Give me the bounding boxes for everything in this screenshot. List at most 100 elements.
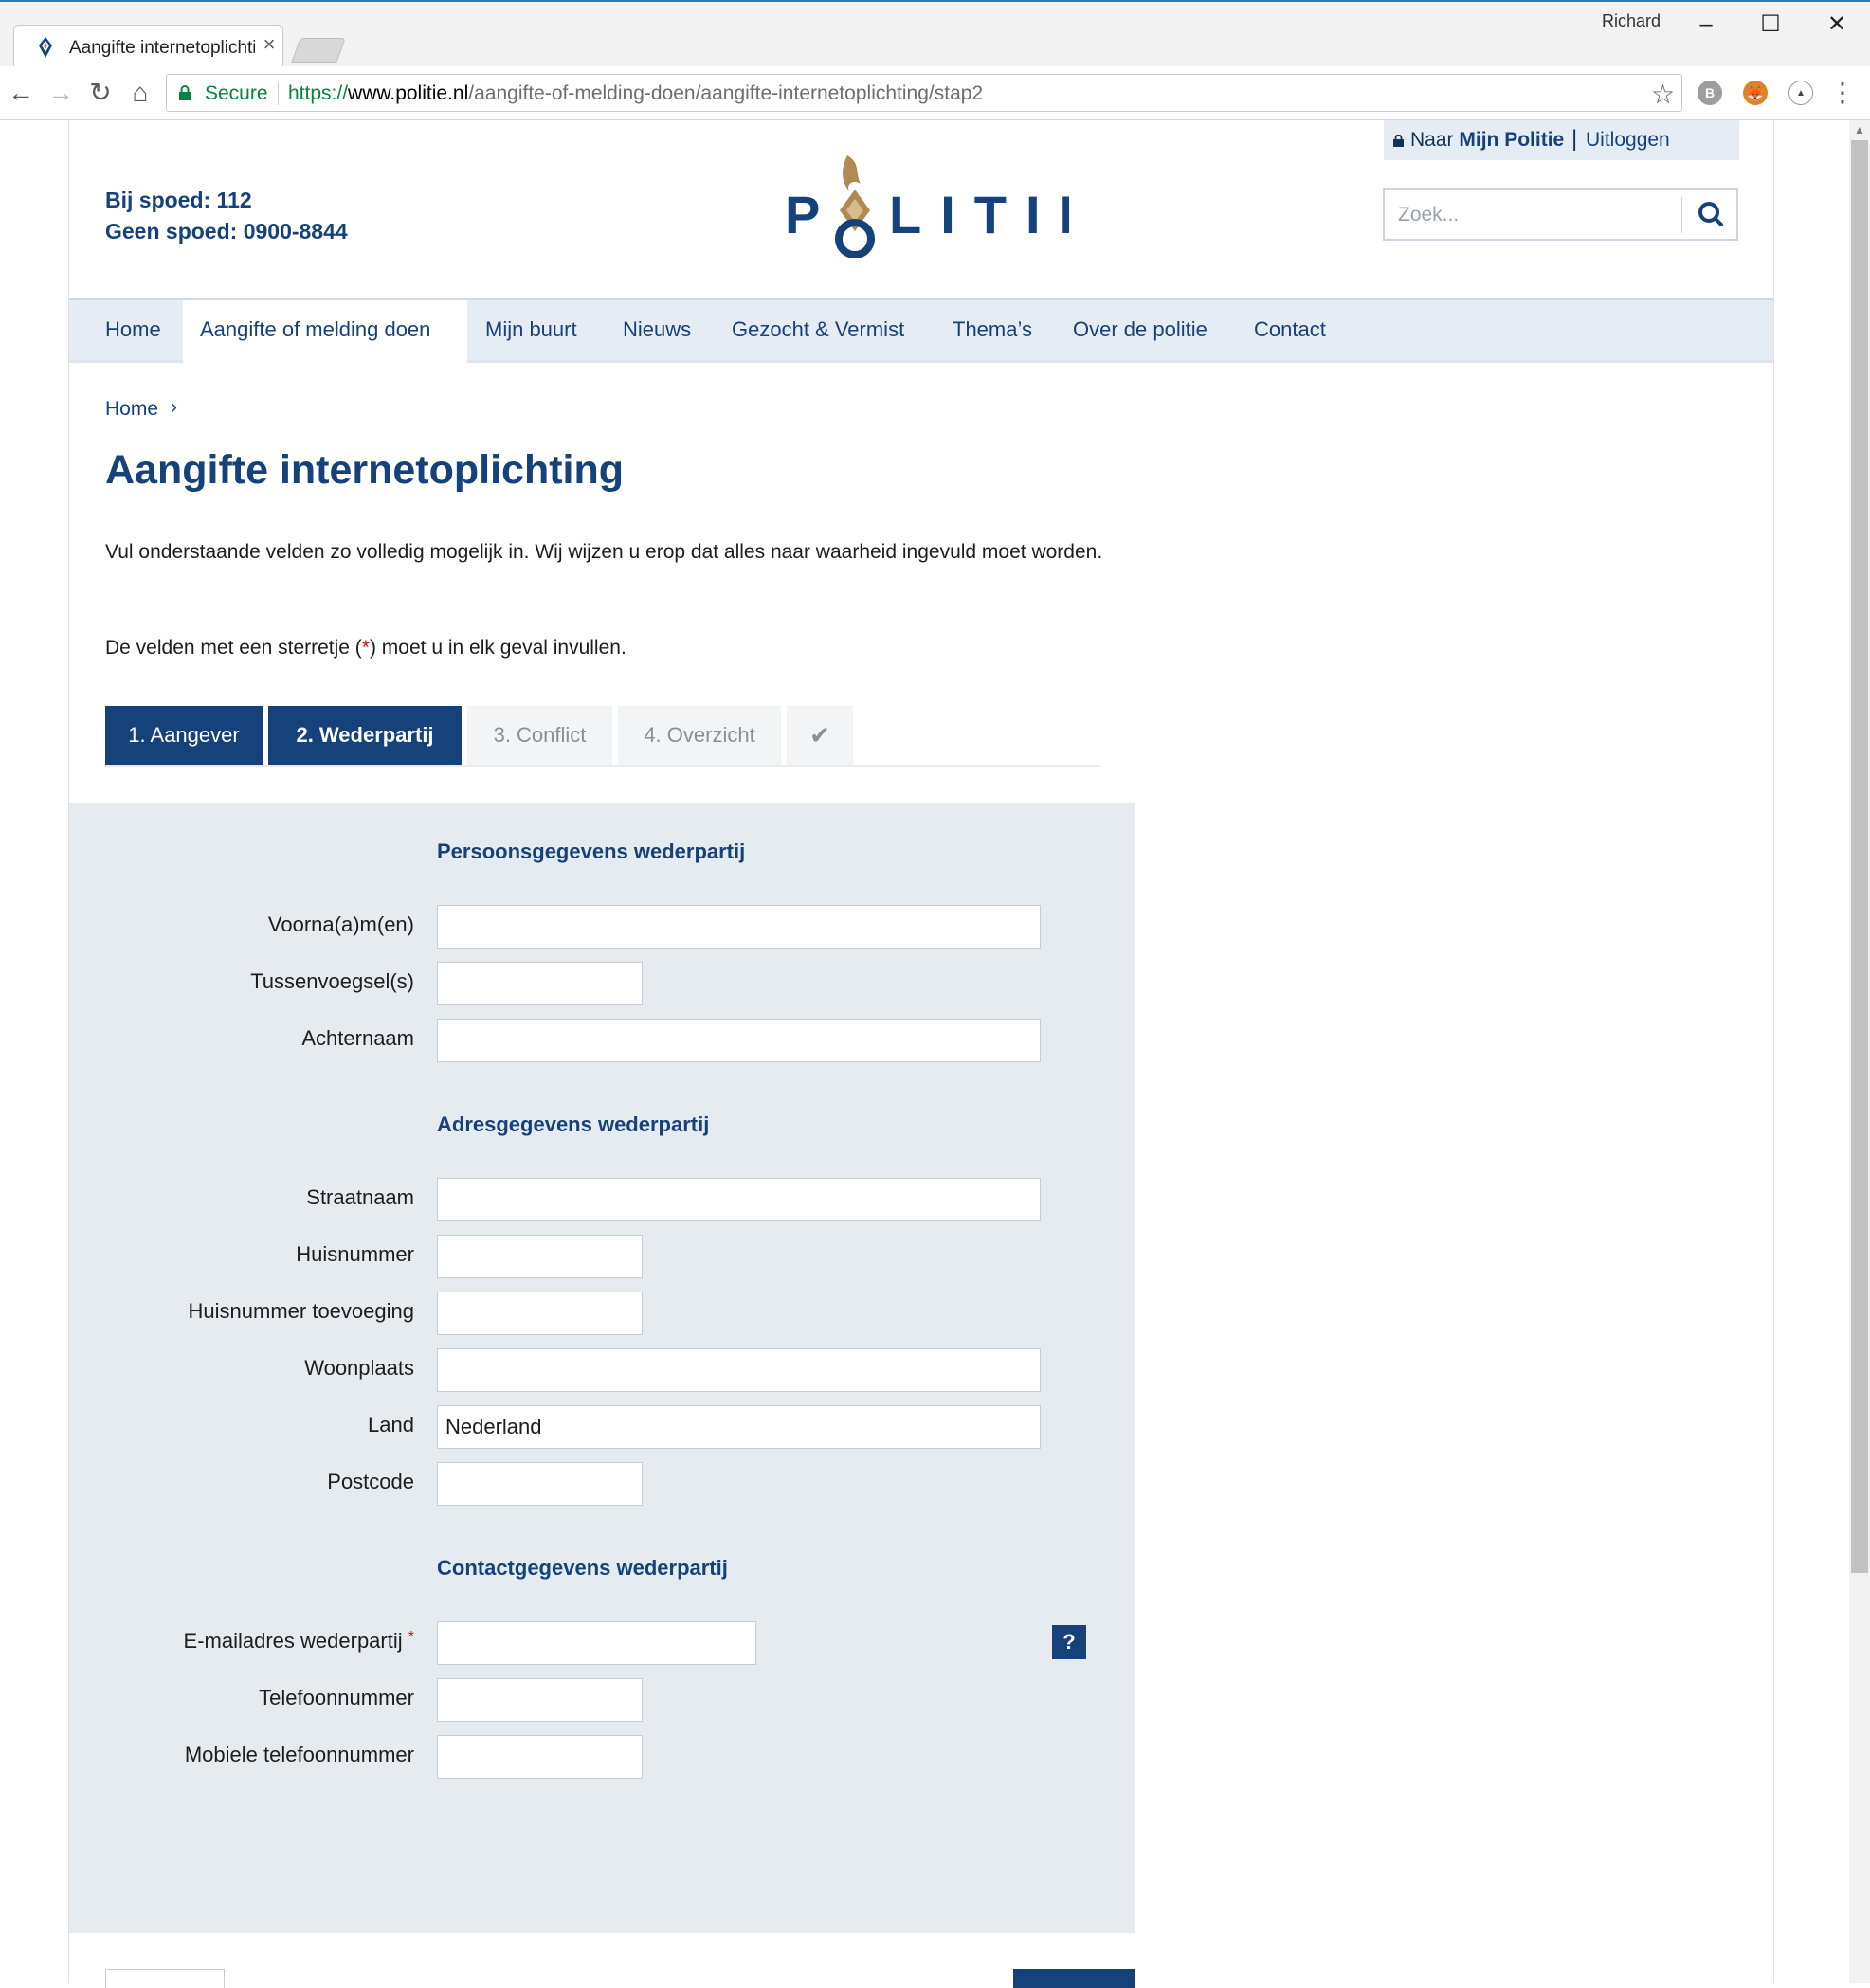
nav-item-mijn-buurt[interactable]: Mijn buurt (485, 300, 577, 363)
input-huisnummer[interactable] (437, 1235, 643, 1278)
nav-item-nieuws[interactable]: Nieuws (623, 300, 691, 363)
naar-prefix: Naar (1410, 129, 1454, 151)
label-tussenvoegsels: Tussenvoegsel(s) (250, 969, 414, 993)
scrollbar-thumb[interactable] (1851, 140, 1868, 1573)
label-achternaam: Achternaam (301, 1026, 414, 1050)
email-required-star: * (408, 1629, 414, 1645)
url-scheme: https:// (288, 82, 349, 104)
search-input[interactable] (1396, 200, 1684, 230)
emergency-number: Bij spoed: 112 (105, 188, 252, 212)
account-bar: Naar Mijn Politie | Uitloggen (1384, 120, 1739, 160)
bookmark-star-icon[interactable]: ☆ (1651, 79, 1675, 110)
url-text: https://www.politie.nl/aangifte-of-meldi… (288, 82, 983, 105)
breadcrumb-home[interactable]: Home (105, 398, 158, 421)
input-tussenvoegsels[interactable] (437, 962, 643, 1005)
url-path: /aangifte-of-melding-doen/aangifte-inter… (468, 82, 984, 104)
logo-wordmark: LITIE (889, 185, 1069, 244)
page-title: Aangifte internetoplichting (105, 447, 625, 493)
previous-step-button[interactable] (105, 1969, 225, 1988)
secure-lock-icon (179, 85, 191, 100)
input-land[interactable] (437, 1405, 1041, 1449)
nav-item-contact[interactable]: Contact (1254, 300, 1326, 363)
section-persoonsgegevens: Persoonsgegevens wederpartij (437, 840, 746, 863)
label-huisnummer-toevoeging: Huisnummer toevoeging (188, 1299, 414, 1323)
label-telefoonnummer: Telefoonnummer (259, 1686, 414, 1709)
required-note-after: ) moet u in elk geval invullen. (369, 637, 626, 659)
section-contactgegevens: Contactgegevens wederpartij (437, 1556, 728, 1580)
account-lock-icon (1393, 135, 1404, 147)
input-straatnaam[interactable] (437, 1178, 1041, 1221)
close-window-icon[interactable]: ✕ (1808, 6, 1865, 44)
intro-text: Vul onderstaande velden zo volledig moge… (105, 541, 1103, 563)
minimize-icon[interactable]: – (1678, 6, 1734, 44)
nav-item-home[interactable]: Home (105, 300, 161, 363)
nav-item-gezocht-vermist[interactable]: Gezocht & Vermist (732, 300, 904, 363)
label-mobiel: Mobiele telefoonnummer (184, 1743, 414, 1766)
step-complete-check-icon: ✔ (787, 706, 853, 765)
nav-item-themas[interactable]: Thema’s (953, 300, 1032, 363)
mijn-politie-label: Mijn Politie (1459, 129, 1565, 151)
mijn-politie-link[interactable]: Naar Mijn Politie (1410, 129, 1564, 152)
label-woonplaats: Woonplaats (304, 1356, 414, 1380)
next-step-button[interactable] (1013, 1969, 1135, 1988)
input-telefoonnummer[interactable] (437, 1678, 643, 1722)
input-woonplaats[interactable] (437, 1348, 1041, 1392)
address-separator (278, 82, 279, 105)
search-divider (1681, 197, 1682, 233)
required-note-before: De velden met een sterretje ( (105, 637, 362, 659)
email-help-button[interactable]: ? (1052, 1625, 1086, 1659)
steps-underline (105, 765, 1100, 767)
step-wederpartij[interactable]: 2. Wederpartij (268, 706, 462, 765)
politie-favicon-icon (39, 37, 52, 58)
secure-label: Secure (205, 82, 268, 104)
browser-tab[interactable]: Aangifte internetoplichting × (13, 25, 283, 68)
account-separator: | (1571, 126, 1578, 152)
label-email-text: E-mailadres wederpartij (183, 1629, 403, 1653)
extension-whois-icon[interactable]: ▲ (1788, 81, 1813, 105)
home-icon[interactable]: ⌂ (123, 76, 157, 110)
new-tab-button[interactable] (291, 38, 346, 63)
back-icon[interactable]: ← (4, 76, 38, 110)
label-land: Land (368, 1413, 414, 1437)
label-straatnaam: Straatnaam (306, 1185, 414, 1209)
tab-close-icon[interactable]: × (259, 34, 280, 55)
section-adresgegevens: Adresgegevens wederpartij (437, 1112, 710, 1136)
logo-letter-p: P (785, 185, 820, 244)
nav-item-aangifte[interactable]: Aangifte of melding doen (183, 300, 467, 363)
breadcrumb-separator: › (171, 396, 177, 418)
address-bar[interactable]: Secure https://www.politie.nl/aangifte-o… (166, 74, 1682, 112)
input-mobiel[interactable] (437, 1735, 643, 1779)
input-huisnummer-toevoeging[interactable] (437, 1292, 643, 1335)
url-host: www.politie.nl (348, 82, 469, 104)
site-search (1383, 188, 1738, 241)
label-voornamen: Voorna(a)m(en) (267, 913, 414, 936)
step-conflict: 3. Conflict (467, 706, 612, 765)
label-huisnummer: Huisnummer (296, 1242, 414, 1266)
search-icon[interactable] (1690, 195, 1732, 233)
required-star: * (361, 637, 370, 659)
label-email: E-mailadres wederpartij * (67, 1629, 414, 1654)
forward-icon[interactable]: → (44, 76, 78, 110)
input-email[interactable] (437, 1621, 756, 1665)
maximize-icon[interactable]: ☐ (1742, 6, 1799, 44)
tab-title: Aangifte internetoplichting (69, 38, 255, 58)
label-postcode: Postcode (327, 1470, 414, 1493)
step-overzicht: 4. Overzicht (618, 706, 781, 765)
profile-name[interactable]: Richard (1602, 11, 1661, 31)
step-aangever[interactable]: 1. Aangever (105, 706, 263, 765)
browser-menu-icon[interactable]: ⋮ (1829, 76, 1856, 110)
input-postcode[interactable] (437, 1462, 643, 1506)
extension-fox-icon[interactable]: 🦊 (1743, 81, 1768, 105)
browser-toolbar: ← → ↻ ⌂ Secure https://www.politie.nl/aa… (0, 66, 1870, 120)
browser-tab-strip: Aangifte internetoplichting × Richard – … (0, 0, 1870, 68)
extension-b-icon[interactable]: B (1698, 81, 1722, 105)
logout-link[interactable]: Uitloggen (1586, 129, 1670, 152)
scroll-up-icon[interactable]: ▲ (1849, 121, 1870, 138)
input-voornamen[interactable] (437, 905, 1041, 949)
politie-logo[interactable]: P LITIE (785, 152, 1069, 258)
reload-icon[interactable]: ↻ (83, 76, 118, 110)
nav-item-over-de-politie[interactable]: Over de politie (1073, 300, 1207, 363)
non-emergency-number: Geen spoed: 0900-8844 (105, 219, 348, 244)
main-navigation: Home Aangifte of melding doen Mijn buurt… (69, 298, 1773, 363)
input-achternaam[interactable] (437, 1019, 1041, 1062)
